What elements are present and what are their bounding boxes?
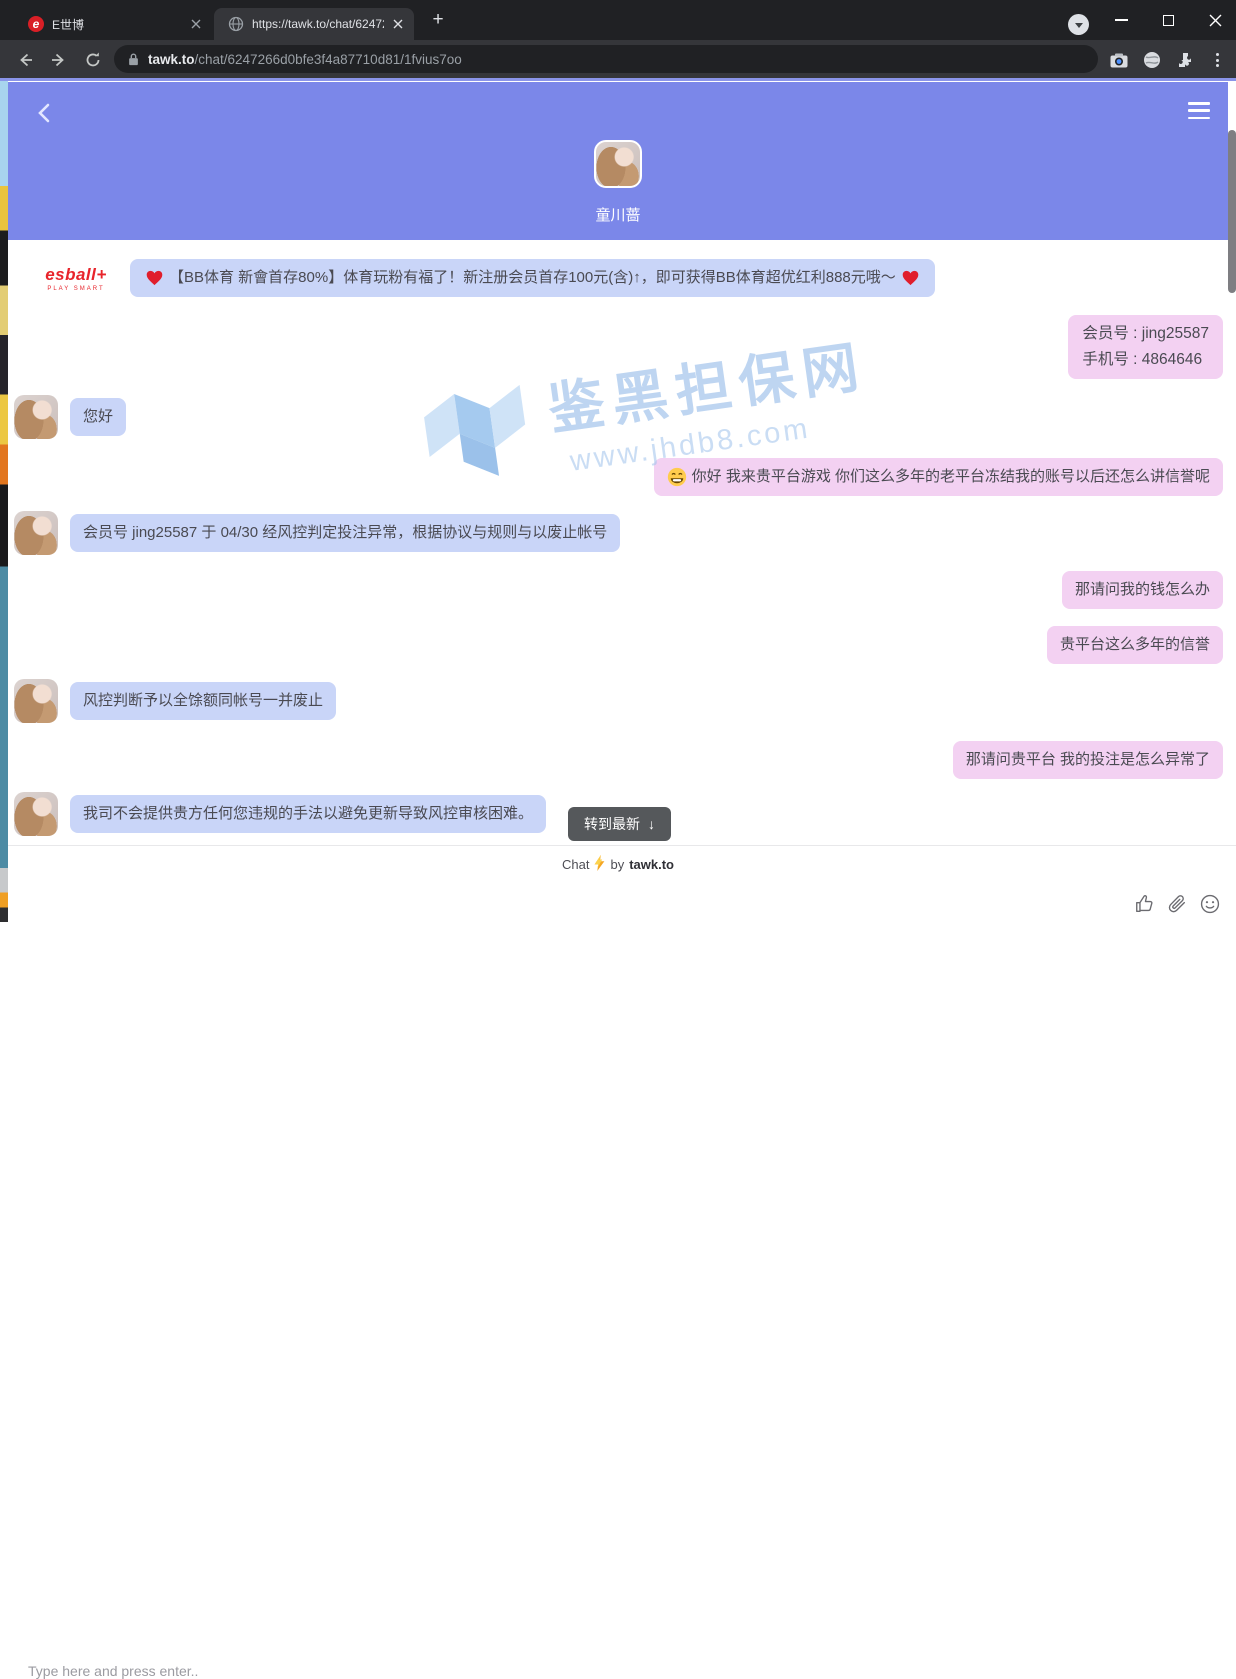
message-text: 你好 我来贵平台游戏 你们这么多年的老平台冻结我的账号以后还怎么讲信誉呢 — [692, 466, 1210, 488]
chevron-left-icon — [37, 103, 50, 123]
back-button[interactable] — [12, 47, 38, 73]
chat-header: 童川蔷 — [8, 82, 1228, 240]
message-text: 那请问贵平台 我的投注是怎么异常了 — [966, 749, 1210, 771]
caret-down-icon — [1075, 23, 1083, 28]
agent-avatar — [594, 140, 642, 188]
tab-close-icon[interactable] — [188, 16, 204, 32]
message-row: 风控判断予以全馀额同帐号一并废止 — [8, 679, 1228, 723]
agent-message-bubble: 风控判断予以全馀额同帐号一并废止 — [70, 682, 336, 720]
tab-tawkto[interactable]: https://tawk.to/chat/6247266d — [214, 8, 414, 40]
chat-menu-button[interactable] — [1188, 102, 1210, 119]
forward-arrow-icon — [50, 51, 68, 69]
chat-back-button[interactable] — [30, 100, 56, 126]
esball-logo: esball+ PLAY SMART — [38, 265, 114, 292]
screenshot-extension-button[interactable] — [1107, 48, 1131, 72]
thumbs-up-icon — [1134, 893, 1156, 915]
chat-input[interactable]: Type here and press enter.. — [28, 1663, 198, 1679]
globe-extension-button[interactable] — [1140, 48, 1164, 72]
message-row: esball+ PLAY SMART 【BB体育 新會首存80%】体育玩粉有福了… — [8, 259, 1228, 297]
heart-icon — [146, 270, 163, 286]
agent-message-bubble: 我司不会提供贵方任何您违规的手法以避免更新导致风控审核困难。 — [70, 795, 546, 833]
attach-file-button[interactable] — [1166, 893, 1188, 915]
visitor-info-bubble: 会员号 : jing25587 手机号 : 4864646 — [1068, 315, 1223, 379]
address-bar[interactable]: tawk.to/chat/6247266d0bfe3f4a87710d81/1f… — [114, 45, 1098, 73]
message-text: 您好 — [83, 406, 113, 428]
heart-icon — [902, 270, 919, 286]
extensions-button[interactable] — [1172, 48, 1196, 72]
message-row: 贵平台这么多年的信誉 — [8, 626, 1228, 664]
message-text: 【BB体育 新會首存80%】体育玩粉有福了！新注册会员首存100元(含)↑，即可… — [169, 267, 896, 289]
puzzle-icon — [1176, 52, 1193, 69]
minimize-button[interactable] — [1098, 0, 1144, 40]
message-text: 手机号 : 4864646 — [1082, 347, 1209, 373]
message-text: 风控判断予以全馀额同帐号一并废止 — [83, 690, 323, 712]
maximize-icon — [1163, 15, 1174, 26]
globe-favicon-icon — [228, 16, 244, 32]
grin-emoji-icon — [667, 467, 687, 487]
thumbs-up-button[interactable] — [1134, 893, 1156, 915]
agent-message-bubble: 您好 — [70, 398, 126, 436]
forward-button[interactable] — [46, 47, 72, 73]
arrow-down-icon: ↓ — [648, 816, 655, 832]
camera-icon — [1110, 53, 1128, 68]
message-row: 那请问我的钱怎么办 — [8, 571, 1228, 609]
message-row: 会员号 jing25587 于 04/30 经风控判定投注异常，根据协议与规则与… — [8, 511, 1228, 555]
message-text: 会员号 : jing25587 — [1082, 321, 1209, 347]
agent-avatar — [14, 792, 58, 836]
message-text: 贵平台这么多年的信誉 — [1060, 634, 1210, 656]
page-top-edge — [0, 78, 1236, 81]
chat-page: 童川蔷 esball+ PLAY SMART 【BB体育 新會首存80%】体育玩… — [0, 78, 1236, 922]
agent-message-bubble: 会员号 jing25587 于 04/30 经风控判定投注异常，根据协议与规则与… — [70, 514, 620, 552]
close-window-button[interactable] — [1192, 0, 1236, 40]
back-arrow-icon — [16, 51, 34, 69]
tab-label: E世博 — [52, 16, 182, 33]
message-row: 会员号 : jing25587 手机号 : 4864646 — [8, 315, 1228, 379]
url-path: /chat/6247266d0bfe3f4a87710d81/1fvius7oo — [195, 52, 462, 67]
emoji-picker-button[interactable] — [1199, 893, 1221, 915]
reload-button[interactable] — [80, 47, 106, 73]
tab-search-button[interactable] — [1068, 14, 1089, 35]
agent-name: 童川蔷 — [8, 204, 1228, 225]
smiley-icon — [1199, 893, 1221, 915]
kebab-menu-icon — [1216, 53, 1219, 67]
tab-esbo[interactable]: e E世博 — [14, 8, 212, 40]
message-text: 会员号 jing25587 于 04/30 经风控判定投注异常，根据协议与规则与… — [83, 522, 607, 544]
tab-label: https://tawk.to/chat/6247266d — [252, 17, 384, 31]
browser-tab-bar: e E世博 https://tawk.to/chat/6247266d + — [0, 0, 1236, 40]
minimize-icon — [1115, 19, 1128, 21]
tab-close-icon[interactable] — [390, 16, 406, 32]
esbo-favicon-icon: e — [28, 16, 44, 32]
lock-icon — [128, 52, 139, 66]
agent-avatar — [14, 395, 58, 439]
message-row: 你好 我来贵平台游戏 你们这么多年的老平台冻结我的账号以后还怎么讲信誉呢 — [8, 458, 1228, 496]
message-text: 我司不会提供贵方任何您违规的手法以避免更新导致风控审核困难。 — [83, 803, 533, 825]
promo-banner-bubble: 【BB体育 新會首存80%】体育玩粉有福了！新注册会员首存100元(含)↑，即可… — [130, 259, 935, 297]
browser-menu-button[interactable] — [1205, 48, 1229, 72]
message-row: 那请问贵平台 我的投注是怎么异常了 — [8, 741, 1228, 779]
jump-to-latest-button[interactable]: 转到最新↓ — [568, 807, 671, 841]
visitor-message-bubble: 那请问我的钱怎么办 — [1062, 571, 1223, 609]
message-row: 您好 — [8, 395, 1228, 439]
globe-icon — [1143, 51, 1161, 69]
agent-avatar — [14, 679, 58, 723]
close-icon — [1209, 14, 1222, 27]
message-text: 那请问我的钱怎么办 — [1075, 579, 1210, 601]
maximize-button[interactable] — [1145, 0, 1191, 40]
visitor-message-bubble: 你好 我来贵平台游戏 你们这么多年的老平台冻结我的账号以后还怎么讲信誉呢 — [654, 458, 1223, 496]
agent-avatar — [14, 511, 58, 555]
paperclip-icon — [1166, 893, 1188, 915]
url-host: tawk.to — [148, 52, 195, 67]
new-tab-button[interactable]: + — [426, 9, 450, 33]
visitor-message-bubble: 贵平台这么多年的信誉 — [1047, 626, 1223, 664]
message-list: esball+ PLAY SMART 【BB体育 新會首存80%】体育玩粉有福了… — [8, 240, 1228, 836]
reload-icon — [84, 51, 102, 69]
chat-input-area[interactable]: Type here and press enter.. — [8, 846, 1236, 922]
scrollbar-thumb[interactable] — [1228, 130, 1236, 293]
background-page-strip — [0, 81, 8, 922]
visitor-message-bubble: 那请问贵平台 我的投注是怎么异常了 — [953, 741, 1223, 779]
browser-address-bar: tawk.to/chat/6247266d0bfe3f4a87710d81/1f… — [0, 40, 1236, 78]
